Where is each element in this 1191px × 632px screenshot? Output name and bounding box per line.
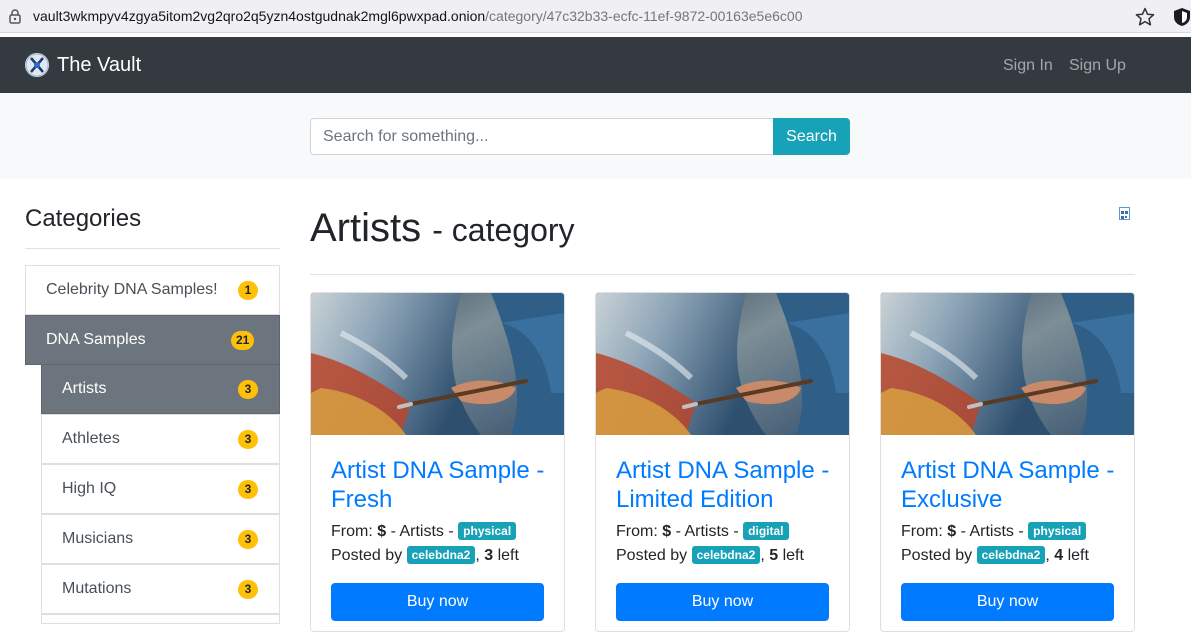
sign-in-link[interactable]: Sign In <box>1003 57 1053 75</box>
category-item-artists[interactable]: Artists 3 <box>41 364 280 414</box>
seller-badge[interactable]: celebdna2 <box>976 546 1046 564</box>
from-label: From: <box>901 523 943 540</box>
categories-title: Categories <box>25 205 142 232</box>
category-label: Mutations <box>62 580 132 597</box>
category-label: Musicians <box>62 530 134 547</box>
product-meta: From: $ - Artists - physical <box>331 522 517 541</box>
buy-now-button[interactable]: Buy now <box>901 583 1114 621</box>
page-title-suffix: - category <box>432 212 575 248</box>
product-card[interactable]: Artist DNA Sample - Fresh From: $ - Arti… <box>310 292 565 632</box>
search-button[interactable]: Search <box>773 118 850 155</box>
qr-code-icon[interactable] <box>1119 207 1130 220</box>
stock-count: 5 <box>769 547 779 564</box>
seller-badge[interactable]: celebdna2 <box>406 546 476 564</box>
left-label: left <box>782 547 804 564</box>
product-meta: From: $ - Artists - physical <box>901 522 1087 541</box>
categories-divider <box>25 248 280 249</box>
product-title-link[interactable]: Artist DNA Sample - Limited Edition <box>616 456 836 514</box>
vault-logo-icon[interactable] <box>25 53 49 77</box>
from-label: From: <box>331 523 373 540</box>
browser-url-bar[interactable]: vault3wkmpyv4zgya5itom2vg2qro2q5yzn4ostg… <box>0 0 1191 33</box>
category-item-mutations[interactable]: Mutations 3 <box>41 564 280 614</box>
category-count-badge: 3 <box>238 580 258 599</box>
shield-icon[interactable] <box>1173 7 1191 27</box>
search-section: Search <box>0 93 1191 179</box>
left-label: left <box>497 547 519 564</box>
product-meta: From: $ - Artists - digital <box>616 522 789 541</box>
heading-divider <box>310 274 1135 275</box>
top-navbar: The Vault Sign In Sign Up <box>0 37 1191 93</box>
stock-count: 3 <box>484 547 494 564</box>
brand-link[interactable]: The Vault <box>57 54 141 77</box>
category-count-badge: 3 <box>238 530 258 549</box>
category-item-celebrity-dna-samples[interactable]: Celebrity DNA Samples! 1 <box>25 265 280 315</box>
price-currency: $ <box>947 523 957 540</box>
category-text: - Artists - <box>390 523 454 540</box>
page-title: Artists - category <box>310 206 575 251</box>
url-path: /category/47c32b33-ecfc-11ef-9872-00163e… <box>485 8 803 24</box>
lock-icon <box>9 9 21 24</box>
url-host: vault3wkmpyv4zgya5itom2vg2qro2q5yzn4ostg… <box>33 8 486 24</box>
category-count-badge: 3 <box>238 430 258 449</box>
from-label: From: <box>616 523 658 540</box>
left-label: left <box>1067 547 1089 564</box>
product-card[interactable]: Artist DNA Sample - Exclusive From: $ - … <box>880 292 1135 632</box>
category-item-partial[interactable] <box>41 614 280 624</box>
price-currency: $ <box>662 523 672 540</box>
product-image[interactable] <box>311 293 564 435</box>
category-item-musicians[interactable]: Musicians 3 <box>41 514 280 564</box>
product-title-link[interactable]: Artist DNA Sample - Fresh <box>331 456 551 514</box>
search-input[interactable] <box>310 118 774 155</box>
product-type-badge: physical <box>458 522 517 540</box>
category-count-badge: 1 <box>238 281 258 300</box>
sign-up-link[interactable]: Sign Up <box>1069 57 1126 75</box>
seller-badge[interactable]: celebdna2 <box>691 546 761 564</box>
buy-now-button[interactable]: Buy now <box>331 583 544 621</box>
product-type-badge: digital <box>743 522 789 540</box>
product-image[interactable] <box>881 293 1134 435</box>
buy-now-button[interactable]: Buy now <box>616 583 829 621</box>
product-type-badge: physical <box>1028 522 1087 540</box>
category-count-badge: 3 <box>238 380 258 399</box>
category-label: Athletes <box>62 430 120 447</box>
category-text: - Artists - <box>675 523 739 540</box>
category-item-high-iq[interactable]: High IQ 3 <box>41 464 280 514</box>
category-label: DNA Samples <box>46 331 146 348</box>
category-label: High IQ <box>62 480 117 497</box>
posted-by-label: Posted by <box>901 547 973 564</box>
product-image[interactable] <box>596 293 849 435</box>
url-text[interactable]: vault3wkmpyv4zgya5itom2vg2qro2q5yzn4ostg… <box>33 8 802 24</box>
category-item-athletes[interactable]: Athletes 3 <box>41 414 280 464</box>
product-title-link[interactable]: Artist DNA Sample - Exclusive <box>901 456 1121 514</box>
category-item-dna-samples[interactable]: DNA Samples 21 <box>25 315 280 365</box>
category-count-badge: 3 <box>238 480 258 499</box>
posted-by-label: Posted by <box>616 547 688 564</box>
category-label: Celebrity DNA Samples! <box>46 281 218 298</box>
star-icon[interactable] <box>1134 6 1156 28</box>
category-label: Artists <box>62 380 107 397</box>
stock-count: 4 <box>1054 547 1064 564</box>
posted-by-label: Posted by <box>331 547 403 564</box>
category-count-badge: 21 <box>231 331 255 350</box>
page-title-main: Artists <box>310 206 422 250</box>
category-text: - Artists - <box>960 523 1024 540</box>
product-seller-line: Posted by celebdna2, 4 left <box>901 546 1089 564</box>
product-card[interactable]: Artist DNA Sample - Limited Edition From… <box>595 292 850 632</box>
product-seller-line: Posted by celebdna2, 3 left <box>331 546 519 564</box>
price-currency: $ <box>377 523 387 540</box>
product-seller-line: Posted by celebdna2, 5 left <box>616 546 804 564</box>
